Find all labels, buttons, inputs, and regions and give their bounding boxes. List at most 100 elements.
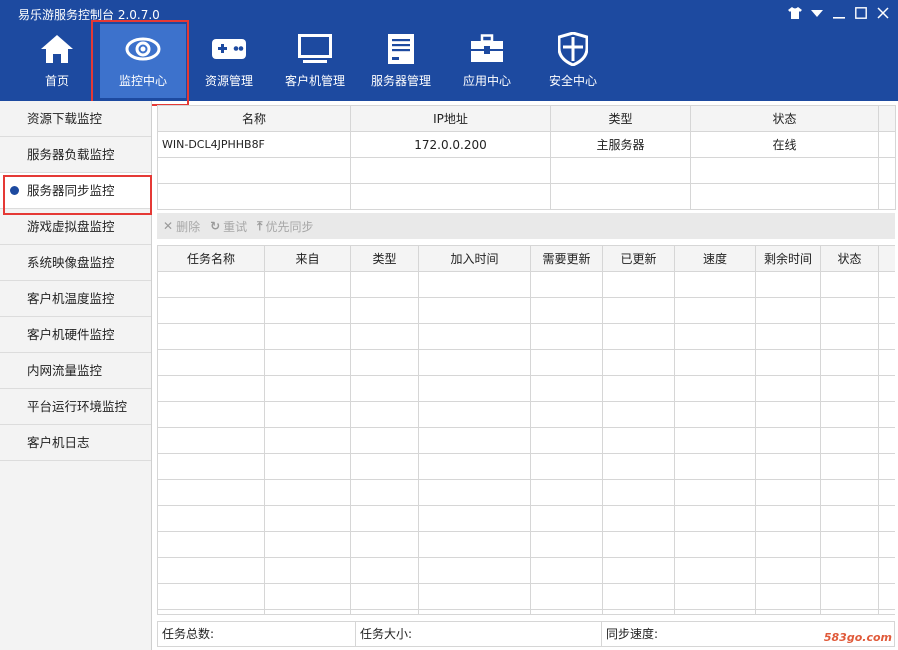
table-row — [157, 531, 895, 558]
table-row[interactable]: WIN-DCL4JPHHB8F 172.0.0.200 主服务器 在线 — [157, 131, 896, 158]
sidebar-item-label: 系统映像盘监控 — [27, 255, 115, 270]
server-ip: 172.0.0.200 — [350, 131, 551, 158]
server-type: 主服务器 — [550, 131, 691, 158]
column-header[interactable]: IP地址 — [350, 105, 551, 132]
table-row — [157, 609, 895, 614]
sidebar-item-server-sync[interactable]: 服务器同步监控 — [0, 173, 152, 215]
maximize-icon[interactable] — [852, 4, 870, 22]
nav-label: 资源管理 — [204, 74, 253, 88]
server-list-panel: 名称 IP地址 类型 状态 WIN-DCL4JPHHB8F 172.0.0.20… — [157, 105, 896, 210]
close-icon[interactable] — [874, 4, 892, 22]
server-table: 名称 IP地址 类型 状态 WIN-DCL4JPHHB8F 172.0.0.20… — [157, 105, 896, 210]
nav-app-center[interactable]: 应用中心 — [444, 24, 530, 98]
sidebar-item-label: 平台运行环境监控 — [27, 399, 128, 414]
window-controls — [786, 4, 892, 22]
server-status: 在线 — [690, 131, 879, 158]
sidebar: 资源下载监控 服务器负载监控 服务器同步监控 游戏虚拟盘监控 系统映像盘监控 客… — [0, 101, 152, 650]
monitor-icon — [295, 32, 335, 66]
sidebar-item-client-log[interactable]: 客户机日志 — [0, 425, 151, 461]
table-row — [157, 505, 895, 532]
sidebar-item-label: 客户机硬件监控 — [27, 327, 115, 342]
sidebar-item-label: 游戏虚拟盘监控 — [27, 219, 115, 234]
nav-monitor-center[interactable]: 监控中心 — [91, 20, 189, 106]
home-icon — [37, 32, 77, 66]
nav-home[interactable]: 首页 — [14, 24, 100, 98]
task-table: 任务名称 来自 类型 加入时间 需要更新 已更新 速度 剩余时间 状态 — [157, 245, 895, 614]
active-dot-icon — [10, 186, 19, 195]
column-header[interactable]: 状态 — [820, 245, 879, 272]
nav-label: 安全中心 — [548, 74, 597, 88]
status-bar: 任务总数: 任务大小: 同步速度: — [157, 621, 895, 647]
sidebar-item-game-vdisk[interactable]: 游戏虚拟盘监控 — [0, 209, 151, 245]
nav-label: 客户机管理 — [284, 74, 345, 88]
column-header[interactable]: 类型 — [350, 245, 419, 272]
title-bar: 易乐游服务控制台 2.0.7.0 首页 监控中心 资源管理 客户机管理 服务器管… — [0, 0, 898, 106]
table-row — [157, 157, 896, 184]
nav-label: 监控中心 — [118, 74, 167, 88]
minimize-icon[interactable] — [830, 4, 848, 22]
menu-dropdown-icon[interactable] — [808, 4, 826, 22]
sync-toolbar: ✕ 删除 ↻ 重试 ⤒ 优先同步 — [157, 213, 895, 239]
table-row — [157, 557, 895, 584]
nav-server-management[interactable]: 服务器管理 — [358, 24, 444, 98]
column-header[interactable]: 状态 — [690, 105, 879, 132]
sidebar-item-server-load[interactable]: 服务器负载监控 — [0, 137, 151, 173]
column-header[interactable]: 剩余时间 — [755, 245, 821, 272]
priority-sync-button[interactable]: ⤒ 优先同步 — [257, 218, 313, 235]
table-row — [157, 401, 895, 428]
sidebar-item-label: 服务器负载监控 — [27, 147, 115, 162]
sidebar-item-client-temperature[interactable]: 客户机温度监控 — [0, 281, 151, 317]
task-total-label: 任务总数: — [158, 622, 356, 646]
nav-label: 服务器管理 — [370, 74, 431, 88]
table-row — [157, 453, 895, 480]
top-priority-icon: ⤒ — [257, 218, 263, 233]
sidebar-item-label: 内网流量监控 — [27, 363, 103, 378]
column-header[interactable]: 名称 — [157, 105, 351, 132]
sidebar-item-resource-download[interactable]: 资源下载监控 — [0, 101, 151, 137]
column-header[interactable]: 速度 — [674, 245, 756, 272]
main-nav: 首页 监控中心 资源管理 客户机管理 服务器管理 应用中心 安全中心 — [14, 20, 616, 106]
sidebar-item-lan-traffic[interactable]: 内网流量监控 — [0, 353, 151, 389]
gamepad-icon — [209, 32, 249, 66]
column-header-filler — [878, 105, 896, 132]
server-icon — [381, 32, 421, 66]
nav-security-center[interactable]: 安全中心 — [530, 24, 616, 98]
watermark-logo: 583go.com — [823, 631, 892, 644]
sidebar-item-label: 客户机日志 — [27, 435, 90, 450]
toolbox-icon — [467, 32, 507, 66]
column-header[interactable]: 来自 — [264, 245, 351, 272]
sidebar-item-platform-env[interactable]: 平台运行环境监控 — [0, 389, 151, 425]
nav-label: 应用中心 — [462, 74, 511, 88]
sidebar-item-client-hardware[interactable]: 客户机硬件监控 — [0, 317, 151, 353]
retry-button[interactable]: ↻ 重试 — [210, 218, 247, 235]
table-row — [157, 323, 895, 350]
table-row — [157, 375, 895, 402]
shield-icon — [553, 32, 593, 66]
table-row — [157, 427, 895, 454]
sidebar-item-system-image[interactable]: 系统映像盘监控 — [0, 245, 151, 281]
table-row — [157, 349, 895, 376]
sidebar-item-label: 资源下载监控 — [27, 111, 103, 126]
sidebar-item-label: 服务器同步监控 — [27, 183, 115, 198]
delete-button[interactable]: ✕ 删除 — [163, 218, 200, 235]
column-header-filler — [878, 245, 895, 272]
column-header[interactable]: 类型 — [550, 105, 691, 132]
column-header[interactable]: 加入时间 — [418, 245, 531, 272]
delete-x-icon: ✕ — [163, 219, 174, 233]
table-row — [157, 271, 895, 298]
table-row — [157, 183, 896, 210]
server-name: WIN-DCL4JPHHB8F — [157, 131, 351, 158]
nav-client-management[interactable]: 客户机管理 — [272, 24, 358, 98]
task-list-panel[interactable]: 任务名称 来自 类型 加入时间 需要更新 已更新 速度 剩余时间 状态 — [157, 245, 895, 615]
sidebar-item-label: 客户机温度监控 — [27, 291, 115, 306]
task-size-label: 任务大小: — [356, 622, 602, 646]
column-header[interactable]: 需要更新 — [530, 245, 603, 272]
skin-icon[interactable] — [786, 4, 804, 22]
eye-icon — [123, 32, 163, 66]
table-row — [157, 583, 895, 610]
table-row — [157, 297, 895, 324]
column-header[interactable]: 已更新 — [602, 245, 675, 272]
column-header[interactable]: 任务名称 — [157, 245, 265, 272]
nav-label: 首页 — [44, 74, 69, 88]
nav-resource-management[interactable]: 资源管理 — [186, 24, 272, 98]
